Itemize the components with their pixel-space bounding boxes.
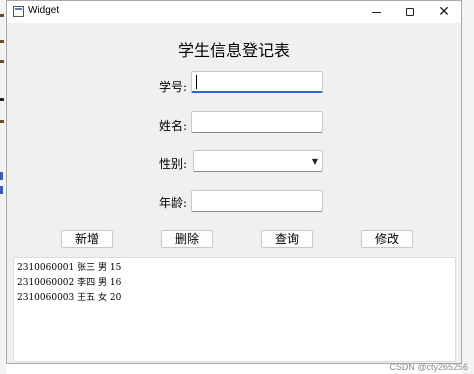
- background-window-edge: [462, 0, 474, 374]
- background-mark: [0, 186, 3, 194]
- output-line: 2310060003 王五 女 20: [17, 293, 122, 303]
- add-button[interactable]: 新增: [61, 230, 113, 248]
- student-id-label: 学号:: [158, 80, 187, 94]
- watermark: CSDN @cty265256: [389, 362, 468, 372]
- delete-button[interactable]: 删除: [161, 230, 213, 248]
- maximize-button[interactable]: [393, 1, 427, 23]
- minimize-icon: [371, 11, 381, 13]
- text-caret: [196, 75, 197, 89]
- widget-window: Widget ✕ 学生信息登记表 学号: 姓名: 性别: ▼ 年龄: 新增 删除…: [6, 0, 462, 364]
- maximize-icon: [406, 8, 414, 16]
- chevron-down-icon: ▼: [311, 157, 318, 166]
- background-mark: [0, 60, 4, 63]
- student-id-input[interactable]: [191, 71, 323, 93]
- age-label: 年龄:: [158, 196, 187, 210]
- form-title: 学生信息登记表: [177, 41, 290, 60]
- close-button[interactable]: ✕: [427, 1, 461, 23]
- background-mark: [0, 40, 4, 43]
- background-mark: [0, 98, 4, 101]
- gender-select[interactable]: ▼: [193, 150, 323, 172]
- background-mark: [0, 14, 4, 17]
- app-icon: [13, 6, 24, 17]
- name-label: 姓名:: [158, 119, 187, 133]
- minimize-button[interactable]: [359, 1, 393, 23]
- name-input[interactable]: [191, 111, 323, 133]
- output-line: 2310060002 李四 男 16: [17, 278, 122, 288]
- background-mark: [0, 172, 3, 180]
- output-line: 2310060001 张三 男 15: [17, 263, 122, 273]
- title-bar[interactable]: Widget ✕: [7, 1, 461, 23]
- window-title: Widget: [28, 5, 60, 16]
- modify-button[interactable]: 修改: [361, 230, 413, 248]
- output-text-area[interactable]: 2310060001 张三 男 15 2310060002 李四 男 16 23…: [13, 257, 456, 362]
- gender-label: 性别:: [158, 157, 187, 171]
- query-button[interactable]: 查询: [261, 230, 313, 248]
- age-input[interactable]: [191, 190, 323, 212]
- background-mark: [0, 120, 4, 123]
- desktop: Widget ✕ 学生信息登记表 学号: 姓名: 性别: ▼ 年龄: 新增 删除…: [0, 0, 474, 374]
- close-icon: ✕: [438, 4, 450, 20]
